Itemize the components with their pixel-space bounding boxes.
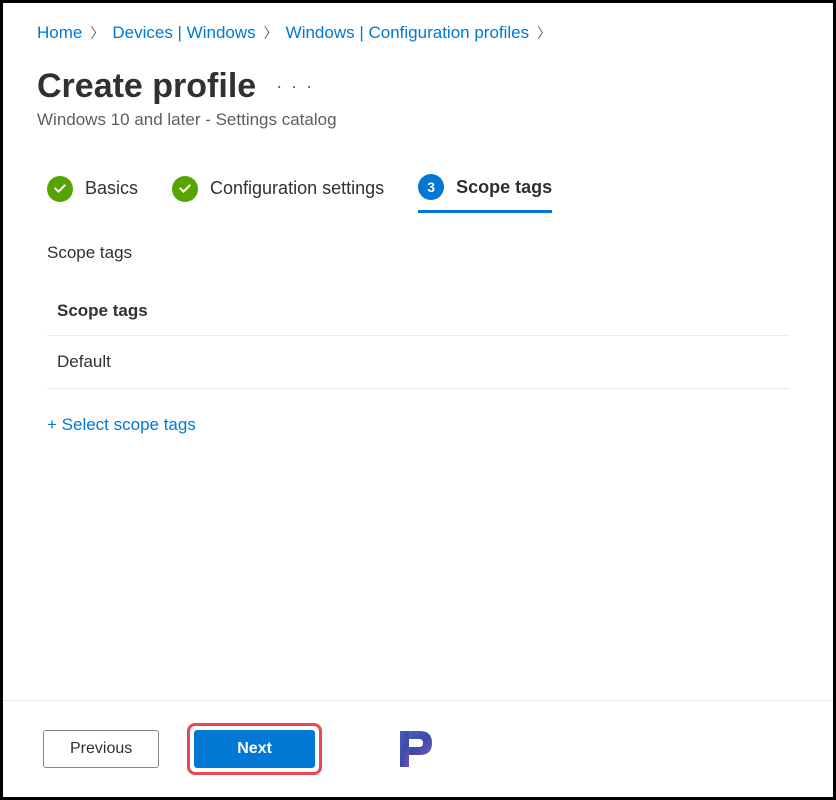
previous-button[interactable]: Previous (43, 730, 159, 768)
table-row: Default (47, 336, 789, 389)
table-header: Scope tags (47, 283, 789, 336)
check-icon (47, 176, 73, 202)
page-title: Create profile (37, 67, 256, 106)
step-number-icon: 3 (418, 174, 444, 200)
wizard-steps: Basics Configuration settings 3 Scope ta… (3, 160, 833, 213)
step-label: Basics (85, 178, 138, 199)
breadcrumb-home[interactable]: Home (37, 23, 82, 43)
chevron-right-icon: 〉 (264, 23, 278, 43)
chevron-right-icon: 〉 (90, 23, 104, 43)
select-scope-tags-link[interactable]: + Select scope tags (3, 389, 833, 461)
more-actions-icon[interactable]: · · · (276, 76, 314, 97)
breadcrumb-config-profiles[interactable]: Windows | Configuration profiles (286, 23, 529, 43)
step-scope-tags[interactable]: 3 Scope tags (418, 174, 552, 213)
step-label: Scope tags (456, 177, 552, 198)
wizard-footer: Previous Next (3, 700, 833, 797)
chevron-right-icon: 〉 (537, 23, 551, 43)
highlight-annotation: Next (187, 723, 322, 775)
breadcrumb: Home 〉 Devices | Windows 〉 Windows | Con… (3, 3, 833, 53)
scope-tags-table: Scope tags Default (3, 283, 833, 389)
next-button[interactable]: Next (194, 730, 315, 768)
step-label: Configuration settings (210, 178, 384, 199)
brand-logo-icon (394, 727, 438, 771)
step-basics[interactable]: Basics (47, 176, 138, 212)
page-subtitle: Windows 10 and later - Settings catalog (3, 110, 833, 160)
check-icon (172, 176, 198, 202)
breadcrumb-devices[interactable]: Devices | Windows (112, 23, 255, 43)
section-label: Scope tags (3, 213, 833, 283)
step-configuration-settings[interactable]: Configuration settings (172, 176, 384, 212)
